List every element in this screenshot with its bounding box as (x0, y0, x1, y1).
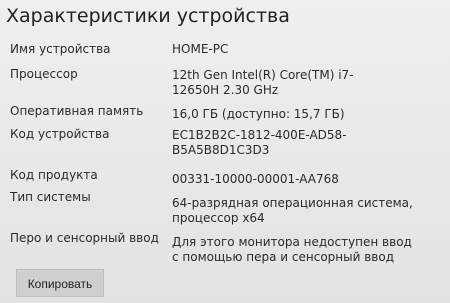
ram-label: Оперативная память (10, 104, 144, 118)
device-name-value: HOME-PC (172, 42, 229, 56)
device-id-label: Код устройства (10, 127, 110, 141)
system-type-value: 64-разрядная операционная система, проце… (172, 196, 413, 225)
system-type-label: Тип системы (10, 190, 91, 204)
page-title: Характеристики устройства (6, 5, 290, 27)
processor-label: Процессор (10, 67, 78, 81)
pen-touch-value: Для этого монитора недоступен ввод с пом… (172, 235, 412, 264)
pen-touch-label: Перо и сенсорный ввод (10, 231, 159, 245)
product-id-label: Код продукта (10, 168, 98, 182)
device-id-value: EC1B2B2C-1812-400E-AD58-B5A5B8D1C3D3 (172, 128, 347, 157)
processor-value: 12th Gen Intel(R) Core(TM) i7-12650H 2.3… (172, 68, 354, 97)
ram-value: 16,0 ГБ (доступно: 15,7 ГБ) (172, 107, 345, 121)
product-id-value: 00331-10000-00001-AA768 (172, 172, 339, 186)
copy-button[interactable]: Копировать (16, 269, 104, 297)
device-name-label: Имя устройства (10, 42, 111, 56)
device-specs-screen: Характеристики устройства Имя устройства… (0, 0, 450, 303)
